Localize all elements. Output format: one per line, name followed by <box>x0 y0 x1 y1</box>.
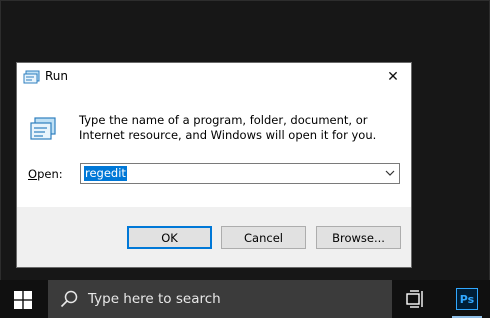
dialog-title: Run <box>45 69 69 83</box>
open-label-accesskey: O <box>28 167 38 181</box>
task-view-icon[interactable] <box>406 290 426 308</box>
search-placeholder: Type here to search <box>88 291 221 307</box>
run-app-icon <box>30 117 56 140</box>
dialog-titlebar[interactable]: Run ✕ <box>17 63 411 93</box>
windows-start-icon[interactable] <box>14 291 32 309</box>
cancel-button[interactable]: Cancel <box>221 226 306 249</box>
open-input[interactable]: regedit <box>80 163 400 184</box>
dropdown-arrow-icon[interactable] <box>384 167 396 179</box>
open-label-rest: pen: <box>37 167 63 181</box>
ok-button[interactable]: OK <box>127 226 212 249</box>
photoshop-taskbar-button[interactable]: Ps <box>444 280 490 318</box>
taskbar: Type here to search Ps <box>0 280 490 318</box>
open-input-value[interactable]: regedit <box>84 166 127 181</box>
close-icon: ✕ <box>387 69 399 85</box>
run-app-icon <box>23 70 40 84</box>
close-button[interactable]: ✕ <box>375 63 411 91</box>
taskbar-search[interactable]: Type here to search <box>48 280 392 318</box>
dialog-description: Type the name of a program, folder, docu… <box>79 113 377 142</box>
search-icon <box>60 290 78 308</box>
run-dialog: Run ✕ Type the name of a program, folder… <box>16 62 412 268</box>
open-label: Open: <box>28 167 63 181</box>
dialog-footer: OK Cancel Browse... <box>17 207 411 267</box>
browse-button[interactable]: Browse... <box>316 226 401 249</box>
photoshop-icon: Ps <box>456 288 478 310</box>
